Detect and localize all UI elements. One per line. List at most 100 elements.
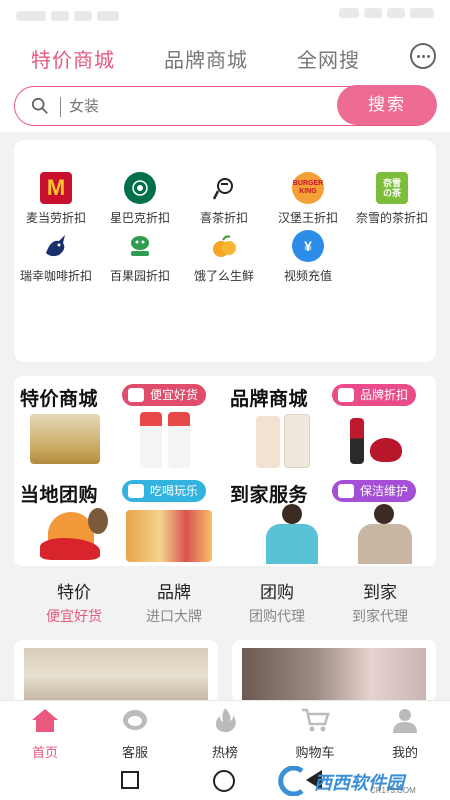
product-snacks [126, 510, 212, 562]
nav-label: 客服 [121, 745, 148, 760]
brand-discount-card: M 麦当劳折扣 星巴克折扣 喜茶折扣 BURGER KING 汉堡王折扣 奈雪 の茶… [14, 140, 436, 362]
feature-title: 品牌商城 [230, 389, 309, 410]
cart-icon [302, 708, 330, 732]
brand-starbucks[interactable]: 星巴克折扣 [98, 172, 182, 226]
product-watch [88, 508, 108, 534]
product-card[interactable] [14, 640, 218, 702]
nav-customer-service[interactable]: 客服 [100, 707, 170, 761]
category-tab-home[interactable]: 到家 到家代理 [330, 578, 430, 626]
feature-badge: 吃喝玩乐 [122, 480, 207, 502]
brand-label: 星巴克折扣 [109, 211, 170, 225]
brand-label: 百果园折扣 [109, 269, 170, 283]
worker-cleaner [266, 524, 318, 564]
search-bar-area: 搜索 [0, 82, 450, 132]
status-bar-right [324, 8, 434, 20]
product-bottle [256, 416, 280, 468]
feature-special-mall[interactable]: 特价商城 便宜好货 [14, 376, 220, 468]
bottom-navigation: 首页 客服 热榜 购物车 我的 [0, 700, 450, 760]
product-bottle [168, 412, 190, 468]
burger-king-logo-icon: BURGER KING [292, 172, 324, 204]
recent-apps-button[interactable] [121, 771, 139, 789]
brand-label: 视频充值 [283, 269, 332, 283]
nav-home[interactable]: 首页 [10, 707, 80, 761]
category-subtitle: 进口大牌 [146, 608, 202, 624]
starbucks-logo-icon [124, 172, 156, 204]
brand-eleme-fresh[interactable]: 饿了么生鲜 [182, 230, 266, 284]
product-cream-jar [30, 414, 100, 464]
category-tab-groupbuy[interactable]: 团购 团购代理 [227, 578, 327, 626]
tag-icon [338, 388, 354, 402]
luckin-logo-icon [40, 230, 72, 262]
fun-icon [128, 484, 144, 498]
feature-grid: 特价商城 便宜好货 品牌商城 品牌折扣 当地团购 吃喝玩乐 到家服务 保洁维护 [14, 376, 436, 566]
feature-home-service[interactable]: 到家服务 保洁维护 [224, 472, 430, 564]
heart-icon [338, 484, 354, 498]
brand-naixue[interactable]: 奈雪 の茶 奈雪的茶折扣 [350, 172, 434, 226]
brand-video-recharge[interactable]: ¥ 视频充值 [266, 230, 350, 284]
feature-title: 到家服务 [230, 485, 309, 506]
brand-label: 麦当劳折扣 [25, 211, 86, 225]
naixue-logo-icon: 奈雪 の茶 [376, 172, 408, 204]
nav-cart[interactable]: 购物车 [280, 707, 350, 761]
brand-burger-king[interactable]: BURGER KING 汉堡王折扣 [266, 172, 350, 226]
category-title: 团购 [260, 583, 294, 602]
pagoda-logo-icon [124, 230, 156, 262]
product-bottle [140, 412, 162, 468]
tab-brand-mall[interactable]: 品牌商城 [164, 44, 248, 73]
message-icon[interactable] [410, 43, 436, 69]
heytea-logo-icon [208, 172, 240, 204]
tab-web-search[interactable]: 全网搜 [297, 44, 360, 73]
tab-special-mall[interactable]: 特价商城 [31, 44, 115, 73]
nav-label: 购物车 [295, 745, 335, 760]
brand-heytea[interactable]: 喜茶折扣 [182, 172, 266, 226]
brand-mcdonalds[interactable]: M 麦当劳折扣 [14, 172, 98, 226]
feature-badge: 保洁维护 [332, 480, 417, 502]
orange-icon [208, 230, 240, 262]
search-input[interactable] [69, 93, 309, 119]
feature-title: 当地团购 [20, 485, 99, 506]
search-divider [60, 97, 61, 117]
nav-hot-list[interactable]: 热榜 [190, 707, 260, 761]
category-tab-brand[interactable]: 品牌 进口大牌 [124, 578, 224, 626]
product-lipstick-case [370, 438, 402, 462]
category-subtitle: 到家代理 [352, 608, 408, 624]
nav-mine[interactable]: 我的 [370, 707, 440, 761]
brand-pagoda[interactable]: 百果园折扣 [98, 230, 182, 284]
nav-label: 首页 [31, 745, 58, 760]
category-subtitle: 便宜好货 [46, 608, 102, 624]
feature-badge: 便宜好货 [122, 384, 207, 406]
status-bar [0, 0, 450, 30]
brand-luckin[interactable]: 瑞幸咖啡折扣 [14, 230, 98, 284]
system-navigation-bar: 西西软件园 CR173.COM [0, 760, 450, 800]
customer-service-icon [123, 710, 147, 730]
brand-label: 奈雪的茶折扣 [355, 211, 428, 225]
search-bar: 搜索 [14, 85, 437, 126]
product-card[interactable] [232, 640, 436, 702]
top-navigation: 特价商城 品牌商城 全网搜 [0, 30, 450, 82]
home-button[interactable] [213, 770, 235, 792]
worker-head [374, 504, 394, 524]
search-icon [31, 97, 48, 114]
worker-head [282, 504, 302, 524]
category-title: 到家 [363, 583, 397, 602]
category-tab-special[interactable]: 特价 便宜好货 [24, 578, 124, 626]
feature-brand-mall[interactable]: 品牌商城 品牌折扣 [224, 376, 430, 468]
brand-label: 汉堡王折扣 [277, 211, 338, 225]
search-button[interactable]: 搜索 [337, 85, 437, 125]
product-box [284, 414, 310, 468]
feature-local-groupbuy[interactable]: 当地团购 吃喝玩乐 [14, 472, 220, 564]
worker-repairman [358, 524, 412, 564]
category-title: 特价 [57, 583, 91, 602]
flame-icon [215, 708, 236, 733]
brand-label: 瑞幸咖啡折扣 [19, 269, 92, 283]
watermark: 西西软件园 CR173.COM [272, 766, 442, 796]
gift-icon [128, 388, 144, 402]
product-image [24, 648, 208, 702]
home-icon [32, 709, 58, 732]
feature-badge: 品牌折扣 [332, 384, 417, 406]
watermark-logo-icon [278, 766, 304, 796]
video-recharge-icon: ¥ [292, 230, 324, 262]
mcdonalds-logo-icon: M [40, 172, 72, 204]
category-tabs: 特价 便宜好货 品牌 进口大牌 团购 团购代理 到家 到家代理 [14, 578, 436, 636]
brand-label: 饿了么生鲜 [193, 269, 254, 283]
